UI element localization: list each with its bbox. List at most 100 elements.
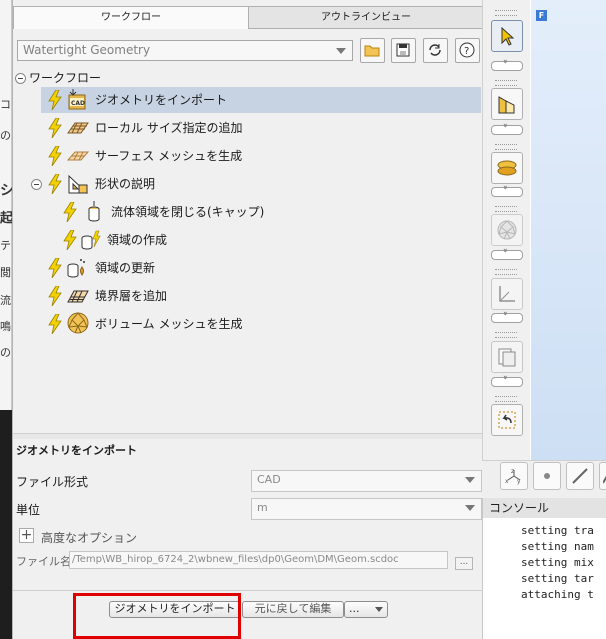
svg-text:CAD: CAD [71,100,85,107]
tab-workflow[interactable]: ワークフロー [13,6,249,29]
help-button[interactable]: ? [455,38,480,63]
select-tool-button[interactable] [491,20,523,52]
views-button[interactable] [491,341,523,373]
units-select[interactable]: m [251,498,482,520]
svg-text:?: ? [464,46,469,57]
file-format-value: CAD [257,473,281,486]
background-window-dark [0,410,12,639]
collapse-icon[interactable] [15,73,26,84]
chevron-down-icon [465,505,475,511]
tree-item-describe-geometry[interactable]: 形状の説明 [27,171,481,197]
graphics-toolbar [482,0,530,460]
expand-toggle[interactable] [491,61,523,71]
axes-button[interactable] [491,278,523,310]
tree-item-local-sizing[interactable]: ローカル サイズ指定の追加 [41,115,481,141]
file-format-label: ファイル形式 [16,475,89,489]
browse-file-button[interactable]: ... [455,557,473,570]
divider [13,590,483,591]
tree-root[interactable]: ワークフロー [13,68,483,88]
point-tool-button[interactable] [533,462,561,490]
describe-geometry-icon [68,174,89,194]
graphics-viewport[interactable] [531,0,606,460]
expand-advanced-options-button[interactable]: + [19,528,34,543]
cursor-arrow-icon [501,26,515,46]
peek-text: コ [0,98,11,111]
revert-workflow-button[interactable] [423,38,448,63]
file-format-select[interactable]: CAD [251,470,482,492]
expand-toggle[interactable] [491,187,523,197]
grip-icon [495,269,517,275]
grip-icon [495,206,517,212]
advanced-options-label: 高度なオプション [41,531,138,545]
tree-item-label: ボリューム メッシュを生成 [95,317,243,331]
volume-display-button[interactable] [491,214,523,246]
workflow-panel: ワークフロー アウトラインビュー Watertight Geometry ? ワ… [12,0,484,639]
tree-item-import-geometry[interactable]: CAD ジオメトリをインポート [41,87,481,113]
file-name-label: ファイル名 [16,555,71,568]
units-value: m [257,501,268,514]
workflow-type-dropdown[interactable]: Watertight Geometry [17,40,353,61]
tree-item-update-region[interactable]: 領域の更新 [41,255,481,281]
tree-item-create-region[interactable]: 領域の作成 [57,227,481,253]
console-line: attaching t [521,588,594,601]
surface-mesh-icon [67,151,89,161]
boundary-layer-icon [67,290,89,303]
open-workflow-button[interactable] [360,38,385,63]
peek-text: 流 [0,294,11,307]
refresh-icon [429,44,441,56]
peek-text: テ [0,239,11,252]
lightning-icon [48,286,62,306]
help-icon: ? [459,42,475,58]
mesh-display-button[interactable] [491,88,523,120]
lightning-icon [63,202,77,222]
geodesic-sphere-icon [497,220,517,240]
peek-text: の [0,346,11,359]
plane-tool-button[interactable] [599,462,606,490]
grip-icon [495,10,517,16]
create-region-icon [81,230,101,250]
tree-item-label: 境界層を追加 [95,289,168,303]
console-line: setting tra [521,524,594,537]
expand-toggle[interactable] [491,313,523,323]
collapse-icon[interactable] [31,179,42,190]
view-axes-button[interactable]: zxy [500,462,528,490]
console-title: コンソール [483,498,606,518]
tree-item-surface-mesh[interactable]: サーフェス メッシュを生成 [41,143,481,169]
console-line: setting tar [521,572,594,585]
tree-item-label: 形状の説明 [95,177,156,191]
lightning-icon [48,118,62,138]
tree-item-label: 領域の作成 [107,233,168,247]
expand-toggle[interactable] [491,125,523,135]
tree-item-label: 領域の更新 [95,261,156,275]
mesh-display-icon [498,96,515,114]
revert-and-edit-button[interactable]: 元に戻して編集 [242,601,344,618]
more-options-button[interactable]: ... [344,601,388,618]
undo-view-button[interactable] [491,404,523,436]
workflow-type-value: Watertight Geometry [23,43,151,57]
lightning-icon [48,314,62,334]
xyz-axes-icon: zx y [505,468,521,485]
file-name-field[interactable]: /Temp\WB_hirop_6724_2\wbnew_files\dp0\Ge… [69,551,448,569]
chevron-down-icon [336,48,346,54]
console-line: setting mix [521,556,594,569]
tree-item-volume-mesh[interactable]: ボリューム メッシュを生成 [41,311,481,337]
open-folder-icon [364,45,380,57]
units-label: 単位 [16,503,41,517]
expand-toggle[interactable] [491,250,523,260]
peek-text: 閲 [0,266,11,279]
save-workflow-button[interactable] [391,38,416,63]
lightning-icon [63,230,77,250]
surface-display-button[interactable] [491,152,523,184]
svg-text:x: x [505,478,509,485]
axes-icon [499,286,515,302]
line-tool-button[interactable] [566,462,594,490]
tree-item-boundary-layer[interactable]: 境界層を追加 [41,283,481,309]
expand-toggle[interactable] [491,377,523,387]
panel-splitter[interactable] [13,433,483,439]
tree-item-label: ジオメトリをインポート [95,93,228,107]
tree-item-cap[interactable]: 流体領域を閉じる(キャップ) [57,199,481,225]
tree-root-label: ワークフロー [29,71,102,85]
more-options-label: ... [349,602,360,615]
tab-outline-view[interactable]: アウトラインビュー [248,6,484,29]
peek-text: シ [0,183,12,199]
